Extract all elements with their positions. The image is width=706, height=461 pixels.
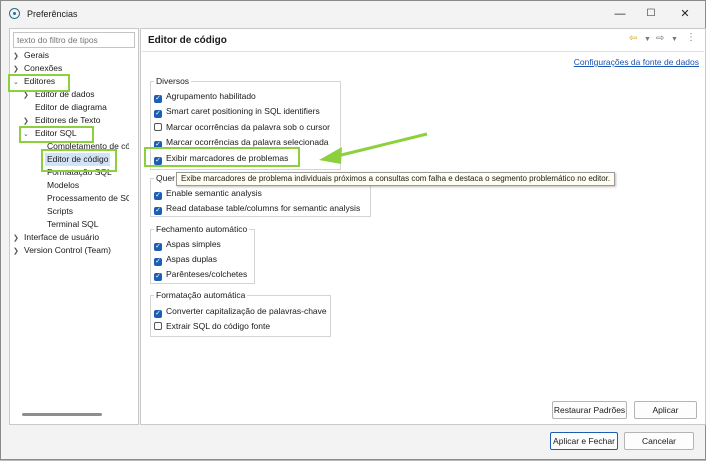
preferences-window: Preferências — ☐ ✕ ❯ Gerais ❯ Conexões ⌄… xyxy=(0,0,706,460)
annotation-arrow-line xyxy=(328,132,428,160)
annotation-arrow xyxy=(319,132,428,164)
annotation-arrow-head xyxy=(319,147,342,164)
tooltip: Exibe marcadores de problema individuais… xyxy=(176,172,616,186)
